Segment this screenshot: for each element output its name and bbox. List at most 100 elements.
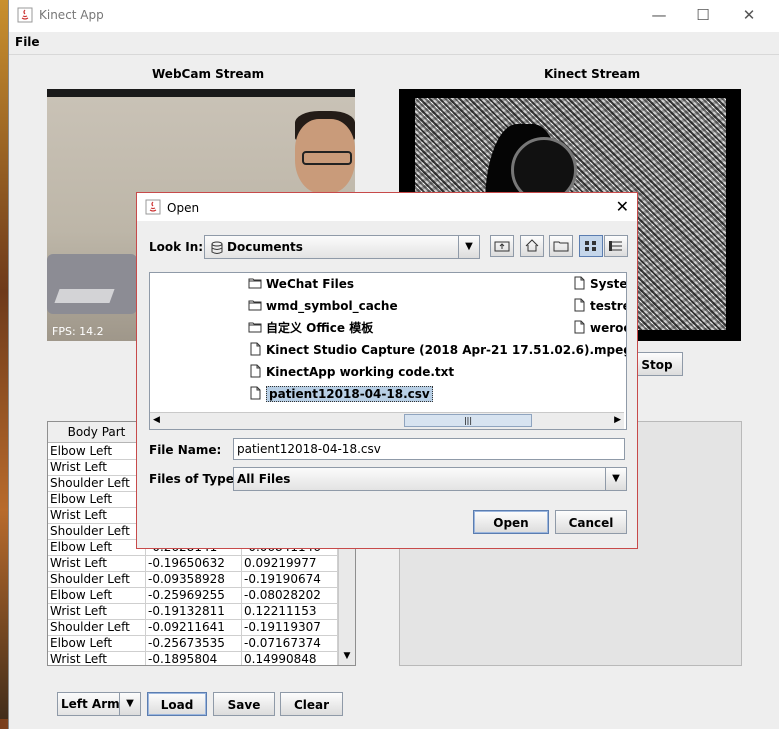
file-item[interactable]: KinectApp working code.txt (248, 363, 454, 381)
clear-button[interactable]: Clear (280, 692, 343, 716)
folder-icon (248, 298, 262, 312)
cell-value: -0.09358928 (146, 571, 242, 587)
look-in-label: Look In: (149, 240, 204, 254)
file-name: KinectApp working code.txt (266, 365, 455, 379)
table-row[interactable]: Elbow Left -0.25969255 -0.08028202 (48, 587, 338, 604)
file-icon (248, 364, 262, 378)
cell-body-part: Shoulder Left (48, 619, 146, 635)
close-button[interactable]: ✕ (739, 5, 759, 25)
table-row[interactable]: Shoulder Left -0.09358928 -0.19190674 (48, 571, 338, 588)
cell-value: -0.19650632 (146, 555, 242, 571)
scroll-down-icon[interactable]: ▼ (340, 648, 354, 664)
table-row[interactable]: Elbow Left -0.25673535 -0.07167374 (48, 635, 338, 652)
file-item[interactable]: patient12018-04-18.csv (248, 385, 433, 403)
file-name: weroc (590, 321, 627, 335)
folder-item[interactable]: wmd_symbol_cache (248, 297, 398, 315)
open-dialog: Open ✕ Look In: Documents ▼ WeChat Files… (136, 192, 638, 549)
cell-body-part: Elbow Left (48, 635, 146, 651)
col-body-part[interactable]: Body Part (48, 422, 146, 442)
cell-body-part: Wrist Left (48, 651, 146, 665)
look-in-select[interactable]: Documents ▼ (204, 235, 480, 259)
file-type-label: Files of Type: (149, 472, 239, 486)
table-row[interactable]: Wrist Left -0.1895804 0.14990848 (48, 651, 338, 665)
file-name: wmd_symbol_cache (266, 299, 398, 313)
cell-value: 0.12211153 (242, 603, 338, 619)
scroll-right-icon[interactable]: ▶ (614, 415, 621, 425)
cell-value: -0.19132811 (146, 603, 242, 619)
table-row[interactable]: Wrist Left -0.19132811 0.12211153 (48, 603, 338, 620)
file-name: patient12018-04-18.csv (266, 386, 433, 402)
file-name: WeChat Files (266, 277, 355, 291)
up-folder-icon[interactable] (490, 235, 514, 257)
chevron-down-icon[interactable]: ▼ (605, 468, 626, 490)
look-in-value: Documents (227, 240, 303, 254)
file-icon (248, 386, 262, 400)
list-view-icon[interactable] (579, 235, 603, 257)
file-name: Syste (590, 277, 627, 291)
details-view-icon[interactable] (604, 235, 628, 257)
cancel-button[interactable]: Cancel (555, 510, 627, 534)
load-button[interactable]: Load (147, 692, 207, 716)
file-icon (572, 298, 586, 312)
file-item[interactable]: Syste (572, 275, 627, 293)
open-button[interactable]: Open (473, 510, 549, 534)
table-row[interactable]: Shoulder Left -0.09211641 -0.19119307 (48, 619, 338, 636)
cell-body-part: Elbow Left (48, 491, 146, 507)
file-type-select[interactable]: All Files ▼ (233, 467, 627, 491)
file-icon (572, 320, 586, 334)
cell-value: -0.08028202 (242, 587, 338, 603)
kinect-label: Kinect Stream (544, 67, 641, 81)
file-item[interactable]: weroc (572, 319, 627, 337)
cell-value: -0.09211641 (146, 619, 242, 635)
cell-value: 0.09219977 (242, 555, 338, 571)
cell-value: -0.19190674 (242, 571, 338, 587)
cell-body-part: Shoulder Left (48, 571, 146, 587)
minimize-button[interactable]: — (649, 5, 669, 25)
file-type-value: All Files (237, 472, 291, 486)
home-icon[interactable] (520, 235, 544, 257)
cell-body-part: Shoulder Left (48, 523, 146, 539)
file-list: WeChat Files wmd_symbol_cache 自定义 Office 模… (149, 272, 627, 430)
dialog-title-bar: Open ✕ (137, 193, 637, 221)
file-icon (572, 276, 586, 290)
file-name: testre (590, 299, 627, 313)
cell-body-part: Wrist Left (48, 555, 146, 571)
cell-value: 0.14990848 (242, 651, 338, 665)
cell-value: -0.25969255 (146, 587, 242, 603)
new-folder-icon[interactable] (549, 235, 573, 257)
file-name-field[interactable]: patient12018-04-18.csv (233, 438, 625, 460)
folder-item[interactable]: WeChat Files (248, 275, 354, 293)
cell-value: -0.19119307 (242, 619, 338, 635)
scroll-thumb[interactable]: ||| (404, 414, 532, 427)
arm-select-value: Left Arm (61, 697, 120, 711)
drive-icon (211, 241, 223, 254)
stop-button[interactable]: Stop (631, 352, 683, 376)
maximize-button[interactable]: ☐ (693, 5, 713, 25)
title-bar: Kinect App — ☐ ✕ (9, 0, 779, 32)
file-name: Kinect Studio Capture (2018 Apr-21 17.51… (266, 343, 627, 357)
cell-value: -0.25673535 (146, 635, 242, 651)
java-icon (145, 199, 161, 215)
file-item[interactable]: testre (572, 297, 627, 315)
fps-readout: FPS: 14.2 (52, 325, 104, 338)
chevron-down-icon[interactable]: ▼ (458, 236, 479, 258)
file-list-scrollbar[interactable]: ◀ ||| ▶ (150, 412, 624, 429)
chevron-down-icon[interactable]: ▼ (119, 693, 140, 715)
cell-body-part: Elbow Left (48, 587, 146, 603)
file-name: 自定义 Office 模板 (266, 321, 374, 335)
file-icon (248, 342, 262, 356)
menu-bar: File (9, 32, 779, 55)
window-title: Kinect App (39, 8, 104, 22)
dialog-close-button[interactable]: ✕ (616, 197, 629, 216)
table-row[interactable]: Wrist Left -0.19650632 0.09219977 (48, 555, 338, 572)
menu-file[interactable]: File (15, 35, 40, 49)
cell-value: -0.1895804 (146, 651, 242, 665)
file-item[interactable]: Kinect Studio Capture (2018 Apr-21 17.51… (248, 341, 627, 359)
desktop-background (0, 0, 8, 729)
folder-item[interactable]: 自定义 Office 模板 (248, 319, 373, 337)
cell-body-part: Wrist Left (48, 459, 146, 475)
cell-body-part: Wrist Left (48, 603, 146, 619)
arm-select[interactable]: Left Arm ▼ (57, 692, 141, 716)
scroll-left-icon[interactable]: ◀ (153, 415, 160, 425)
save-button[interactable]: Save (213, 692, 275, 716)
